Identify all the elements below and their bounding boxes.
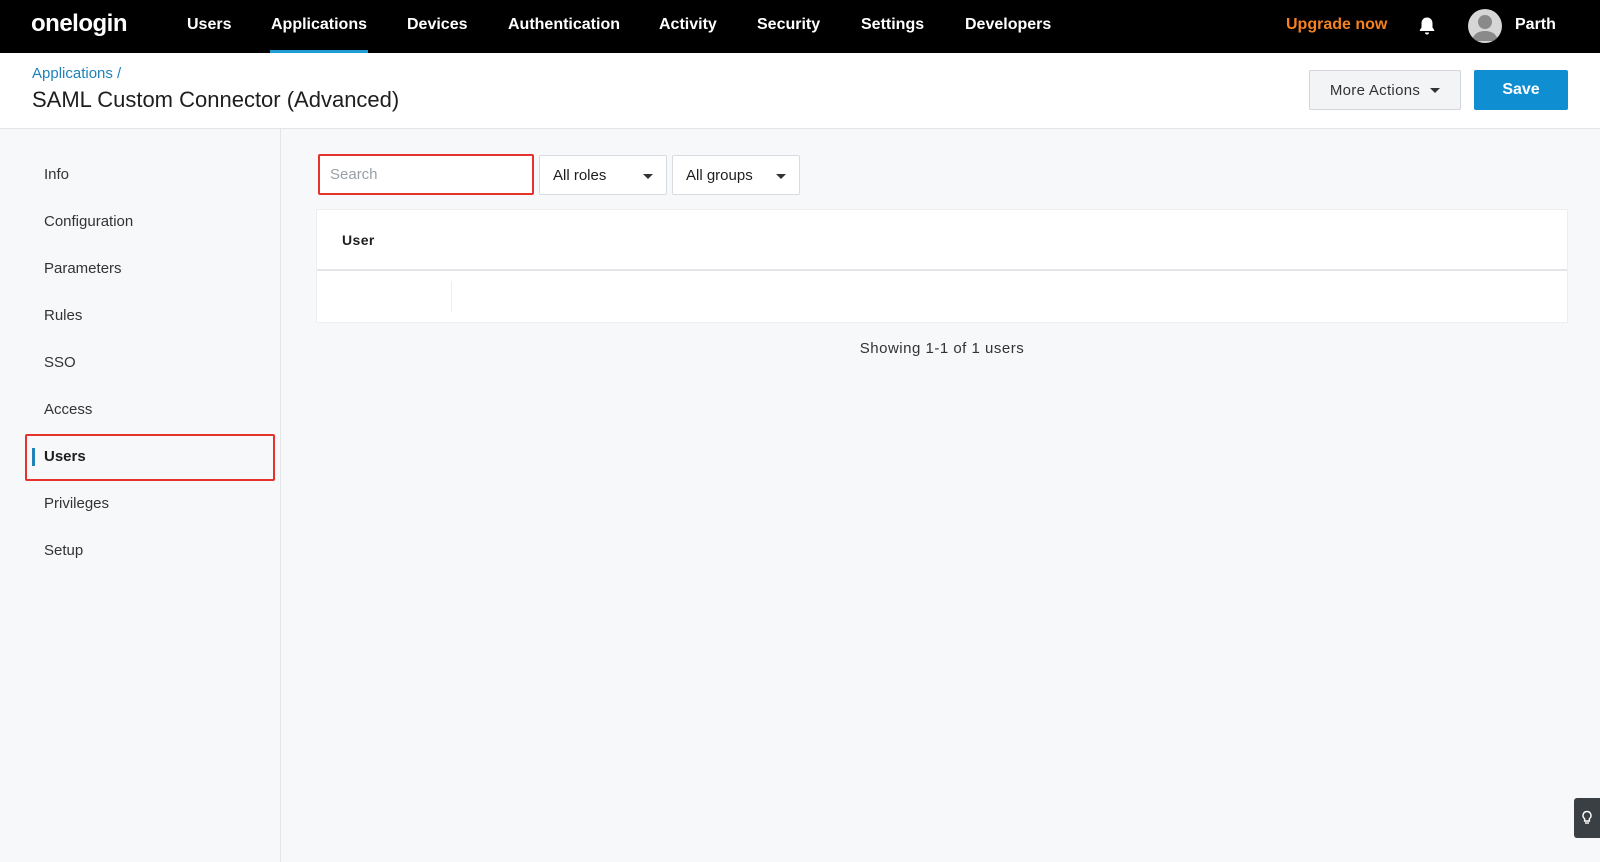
table-header: User xyxy=(317,210,1567,271)
groups-select[interactable]: All groups xyxy=(672,155,800,195)
save-button[interactable]: Save xyxy=(1474,70,1568,110)
sidebar-item-sso[interactable]: SSO xyxy=(44,354,76,371)
nav-activity[interactable]: Activity xyxy=(659,0,717,53)
avatar[interactable] xyxy=(1468,9,1502,43)
cell-divider xyxy=(451,281,452,312)
column-header-user[interactable]: User xyxy=(342,232,375,248)
nav-devices[interactable]: Devices xyxy=(407,0,468,53)
nav-settings[interactable]: Settings xyxy=(861,0,924,53)
roles-select-value: All roles xyxy=(553,166,607,184)
chevron-down-icon xyxy=(643,174,653,179)
user-avatar-icon xyxy=(1472,15,1498,41)
nav-users[interactable]: Users xyxy=(187,0,231,53)
roles-select[interactable]: All roles xyxy=(539,155,667,195)
groups-select-value: All groups xyxy=(686,166,753,184)
sidebar-item-parameters[interactable]: Parameters xyxy=(44,260,122,277)
nav-applications[interactable]: Applications xyxy=(270,0,368,53)
nav-security[interactable]: Security xyxy=(757,0,820,53)
onelogin-logo[interactable]: onelogin xyxy=(31,10,127,38)
users-table: User xyxy=(316,209,1568,323)
sidebar-item-info[interactable]: Info xyxy=(44,166,69,183)
sidebar xyxy=(0,129,281,862)
sidebar-item-rules[interactable]: Rules xyxy=(44,307,82,324)
sidebar-item-setup[interactable]: Setup xyxy=(44,542,83,559)
breadcrumb[interactable]: Applications / xyxy=(32,65,121,82)
bell-icon[interactable] xyxy=(1418,16,1436,36)
sidebar-item-privileges[interactable]: Privileges xyxy=(44,495,109,512)
more-actions-label: More Actions xyxy=(1329,81,1421,99)
page-title: SAML Custom Connector (Advanced) xyxy=(32,87,400,112)
users-highlight-box xyxy=(25,434,275,481)
page-header: Applications / SAML Custom Connector (Ad… xyxy=(0,53,1600,129)
chevron-down-icon xyxy=(776,174,786,179)
lightbulb-icon xyxy=(1582,810,1592,824)
sidebar-item-configuration[interactable]: Configuration xyxy=(44,213,133,230)
pagination-summary: Showing 1-1 of 1 users xyxy=(859,340,1025,357)
top-nav: onelogin Users Applications Devices Auth… xyxy=(0,0,1600,53)
more-actions-button[interactable]: More Actions xyxy=(1309,70,1461,110)
chevron-down-icon xyxy=(1430,87,1441,93)
nav-authentication[interactable]: Authentication xyxy=(508,0,620,53)
search-input[interactable] xyxy=(318,154,534,195)
help-tab[interactable] xyxy=(1574,798,1600,838)
table-row[interactable] xyxy=(317,271,1567,322)
nav-developers[interactable]: Developers xyxy=(965,0,1051,53)
username[interactable]: Parth xyxy=(1515,0,1556,53)
upgrade-now-link[interactable]: Upgrade now xyxy=(1286,0,1387,53)
sidebar-item-access[interactable]: Access xyxy=(44,401,92,418)
